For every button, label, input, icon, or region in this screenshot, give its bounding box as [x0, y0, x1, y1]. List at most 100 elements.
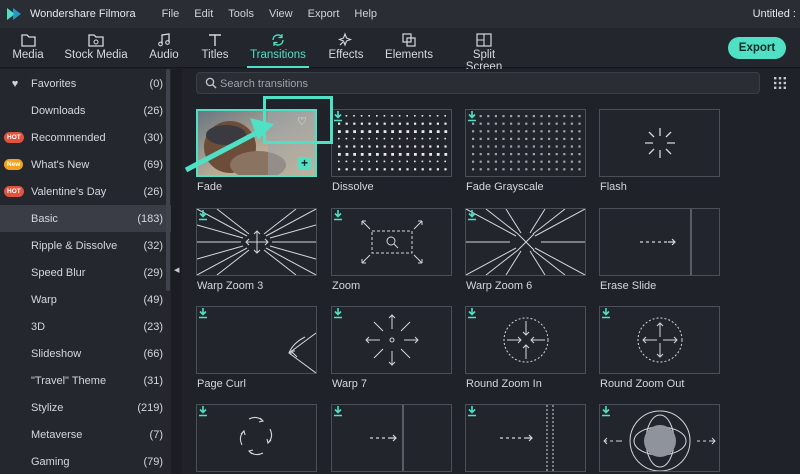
sidebar-item-count: (23): [143, 320, 163, 333]
download-icon[interactable]: [466, 307, 478, 319]
sidebar-item-gaming[interactable]: Gaming (79): [0, 448, 171, 474]
tab-titles[interactable]: Titles: [198, 28, 232, 68]
sidebar-scrollbar[interactable]: [166, 69, 170, 291]
sidebar-item-warp[interactable]: Warp (49): [0, 286, 171, 313]
tab-split-screen[interactable]: Split Screen: [454, 28, 514, 73]
flash-thumbnail-icon: [645, 128, 675, 158]
transition-card-flash[interactable]: [599, 109, 720, 177]
page-curl-thumbnail-icon: [288, 332, 316, 373]
sidebar-item-3d[interactable]: 3D (23): [0, 313, 171, 340]
tab-elements[interactable]: Elements: [384, 28, 434, 68]
download-icon[interactable]: [332, 307, 344, 319]
sidebar-item-recommended[interactable]: HOT Recommended (30): [0, 124, 171, 151]
download-icon[interactable]: [600, 405, 612, 417]
transition-card-round-zoom-in[interactable]: [465, 306, 586, 374]
sidebar-item-stylize[interactable]: Stylize (219): [0, 394, 171, 421]
download-icon[interactable]: [466, 405, 478, 417]
sparkle-icon: [337, 32, 353, 47]
transition-card-erase-slide[interactable]: [599, 208, 720, 276]
add-to-timeline-icon[interactable]: +: [298, 157, 311, 170]
transition-card-zoom[interactable]: [331, 208, 452, 276]
tab-stock-media[interactable]: Stock Media: [62, 28, 130, 68]
transition-card-fade-grayscale[interactable]: [465, 109, 586, 177]
tab-transitions[interactable]: Transitions: [247, 28, 309, 68]
sidebar-item-travel-theme[interactable]: "Travel" Theme (31): [0, 367, 171, 394]
grid-view-icon[interactable]: [774, 77, 786, 89]
transition-label: Warp 7: [332, 378, 368, 390]
hot-badge: HOT: [4, 132, 24, 143]
transition-card-warp-zoom-3[interactable]: [196, 208, 317, 276]
transition-card-slide-right[interactable]: [331, 404, 452, 472]
sidebar-item-label: Slideshow: [31, 347, 82, 360]
cloud-folder-icon: [88, 34, 104, 47]
sidebar-item-downloads[interactable]: Downloads (26): [0, 97, 171, 124]
download-icon[interactable]: [197, 307, 209, 319]
transition-card-wipe-right[interactable]: [465, 404, 586, 472]
sidebar-item-count: (79): [143, 455, 163, 468]
sidebar-item-count: (219): [137, 401, 163, 414]
sidebar-item-label: Stylize: [31, 401, 64, 414]
zoom-thumbnail-icon: [361, 220, 423, 264]
sidebar-item-speed-blur[interactable]: Speed Blur (29): [0, 259, 171, 286]
category-sidebar: ♥ Favorites (0) Downloads (26) HOT Recom…: [0, 69, 171, 474]
sidebar-item-label: Warp: [31, 293, 57, 306]
sidebar-item-count: (30): [143, 131, 163, 144]
transition-card-warp-7[interactable]: [331, 306, 452, 374]
export-button[interactable]: Export: [728, 37, 786, 59]
menu-view[interactable]: View: [269, 8, 293, 20]
sidebar-item-count: (0): [149, 77, 163, 90]
download-icon[interactable]: [600, 307, 612, 319]
transition-label: Flash: [600, 181, 627, 193]
download-icon[interactable]: [466, 209, 478, 221]
folder-icon: [21, 34, 36, 47]
menu-file[interactable]: File: [162, 8, 180, 20]
sidebar-item-valentines-day[interactable]: HOT Valentine's Day (26): [0, 178, 171, 205]
menu-edit[interactable]: Edit: [194, 8, 213, 20]
transition-card-round-zoom-out[interactable]: [599, 306, 720, 374]
sidebar-item-ripple-dissolve[interactable]: Ripple & Dissolve (32): [0, 232, 171, 259]
document-title: Untitled :: [752, 8, 796, 20]
erase-slide-thumbnail-icon: [640, 209, 692, 275]
sidebar-item-whats-new[interactable]: New What's New (69): [0, 151, 171, 178]
tab-audio-label: Audio: [149, 49, 179, 61]
round-zoom-out-thumbnail-icon: [637, 317, 683, 363]
transition-card-spiral[interactable]: [196, 404, 317, 472]
sidebar-item-count: (183): [137, 212, 163, 225]
sidebar-item-slideshow[interactable]: Slideshow (66): [0, 340, 171, 367]
search-input[interactable]: [220, 76, 740, 91]
download-icon[interactable]: [332, 110, 344, 122]
search-icon: [205, 77, 217, 89]
transition-card-page-curl[interactable]: [196, 306, 317, 374]
new-badge: New: [4, 159, 24, 170]
download-icon[interactable]: [332, 405, 344, 417]
sidebar-item-label: Gaming: [31, 455, 70, 468]
transition-card-dissolve[interactable]: [331, 109, 452, 177]
music-note-icon: [158, 33, 170, 47]
menu-export[interactable]: Export: [308, 8, 340, 20]
transition-label: Page Curl: [197, 378, 246, 390]
download-icon[interactable]: [466, 110, 478, 122]
toolbar: Media Stock Media Audio Titles Transitio…: [0, 28, 800, 73]
menu-help[interactable]: Help: [354, 8, 377, 20]
transition-label: Round Zoom Out: [600, 378, 685, 390]
menu-tools[interactable]: Tools: [228, 8, 254, 20]
tab-media[interactable]: Media: [8, 28, 48, 68]
favorite-heart-icon[interactable]: ♡: [297, 115, 307, 128]
transition-card-warp-zoom-6[interactable]: [465, 208, 586, 276]
search-bar[interactable]: [196, 72, 760, 94]
sidebar-item-favorites[interactable]: ♥ Favorites (0): [0, 70, 171, 97]
download-icon[interactable]: [332, 209, 344, 221]
tab-effects[interactable]: Effects: [327, 28, 365, 68]
sidebar-item-label: Recommended: [31, 131, 106, 144]
warp-zoom-3-thumbnail-icon: [197, 209, 316, 275]
text-t-icon: [209, 34, 221, 46]
sidebar-item-metaverse[interactable]: Metaverse (7): [0, 421, 171, 448]
transition-label: Fade Grayscale: [466, 181, 544, 193]
download-icon[interactable]: [197, 405, 209, 417]
tab-audio[interactable]: Audio: [146, 28, 182, 68]
sidebar-item-basic[interactable]: Basic (183): [0, 205, 171, 232]
download-icon[interactable]: [197, 209, 209, 221]
collapse-sidebar-icon[interactable]: ◀: [174, 266, 179, 274]
transition-card-circle-burst[interactable]: [599, 404, 720, 472]
sidebar-item-count: (69): [143, 158, 163, 171]
